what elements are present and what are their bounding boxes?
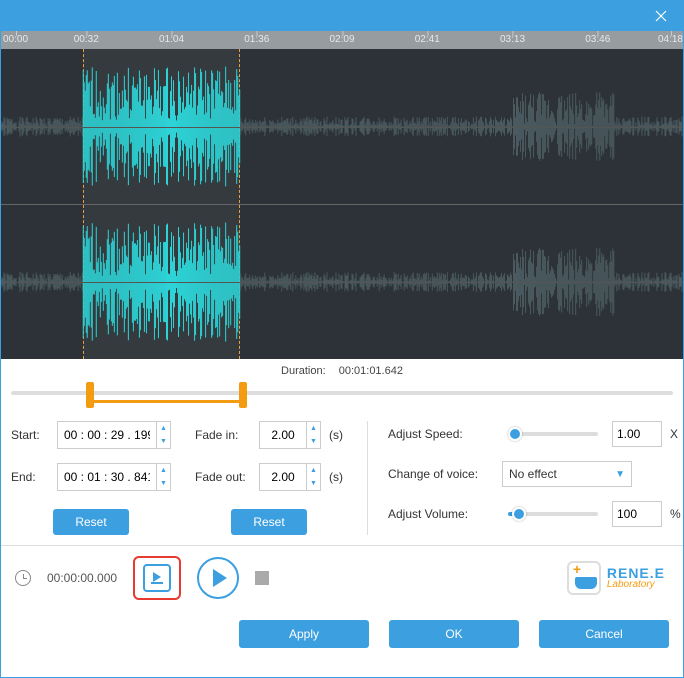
fadein-up-icon[interactable]: ▲ [307,422,320,435]
fadeout-input[interactable]: ▲▼ [259,463,321,491]
apply-button[interactable]: Apply [239,620,369,648]
time-ruler[interactable]: 00:00 00:32 01:04 01:36 02:09 02:41 03:13 03:46… [1,31,683,49]
volume-label: Adjust Volume: [388,507,494,521]
fadein-field[interactable] [260,422,306,448]
fadein-unit: (s) [329,428,343,442]
start-time-field[interactable] [58,422,156,448]
reset-time-button[interactable]: Reset [53,509,128,535]
start-label: Start: [11,428,49,442]
waveform-channel-right [1,204,683,359]
logo-line2: Laboratory [607,580,665,590]
speed-label: Adjust Speed: [388,427,494,441]
volume-slider[interactable] [508,512,598,516]
fadein-input[interactable]: ▲▼ [259,421,321,449]
end-time-field[interactable] [58,464,156,490]
play-icon [213,569,227,587]
reset-fade-button[interactable]: Reset [231,509,306,535]
fadeout-label: Fade out: [195,470,251,484]
range-slider[interactable] [11,381,673,407]
ruler-tick: 00:00 [3,34,28,45]
fadeout-unit: (s) [329,470,343,484]
start-time-input[interactable]: ▲▼ [57,421,171,449]
waveform-channel-left [1,49,683,204]
brand-logo: RENE.E Laboratory [567,561,665,595]
close-button[interactable] [639,1,683,31]
chevron-down-icon: ▼ [615,469,625,480]
titlebar [1,1,683,31]
duration-display: Duration: 00:01:01.642 [1,359,683,381]
highlighted-play-selection [133,556,181,600]
speed-slider[interactable] [508,432,598,436]
voice-label: Change of voice: [388,467,494,481]
start-up-icon[interactable]: ▲ [157,422,170,435]
ruler-tick: 03:13 [500,34,525,45]
ruler-tick: 02:09 [329,34,354,45]
fadeout-up-icon[interactable]: ▲ [307,464,320,477]
voice-value: No effect [509,467,557,481]
end-label: End: [11,470,49,484]
logo-line1: RENE.E [607,566,665,580]
stop-button[interactable] [255,571,269,585]
ruler-tick: 04:18 [658,34,683,45]
ruler-tick: 01:04 [159,34,184,45]
end-down-icon[interactable]: ▼ [157,477,170,490]
duration-label: Duration: [281,365,326,377]
ok-button[interactable]: OK [389,620,519,648]
ruler-tick: 01:36 [244,34,269,45]
fadeout-field[interactable] [260,464,306,490]
ruler-tick: 03:46 [585,34,610,45]
voice-select[interactable]: No effect ▼ [502,461,632,487]
fadeout-down-icon[interactable]: ▼ [307,477,320,490]
end-up-icon[interactable]: ▲ [157,464,170,477]
end-time-input[interactable]: ▲▼ [57,463,171,491]
waveform-area[interactable] [1,49,683,359]
cancel-button[interactable]: Cancel [539,620,669,648]
volume-unit: % [670,507,681,521]
volume-value-input[interactable] [612,501,662,527]
fadein-label: Fade in: [195,428,251,442]
logo-badge-icon [567,561,601,595]
speed-unit: X [670,427,678,441]
playback-time: 00:00:00.000 [47,571,117,585]
speed-value-input[interactable] [612,421,662,447]
start-down-icon[interactable]: ▼ [157,435,170,448]
ruler-tick: 00:32 [74,34,99,45]
play-button[interactable] [197,557,239,599]
duration-value: 00:01:01.642 [339,365,403,377]
ruler-tick: 02:41 [415,34,440,45]
fadein-down-icon[interactable]: ▼ [307,435,320,448]
clock-icon [15,570,31,586]
play-selection-button[interactable] [143,564,171,592]
play-icon [153,572,161,582]
